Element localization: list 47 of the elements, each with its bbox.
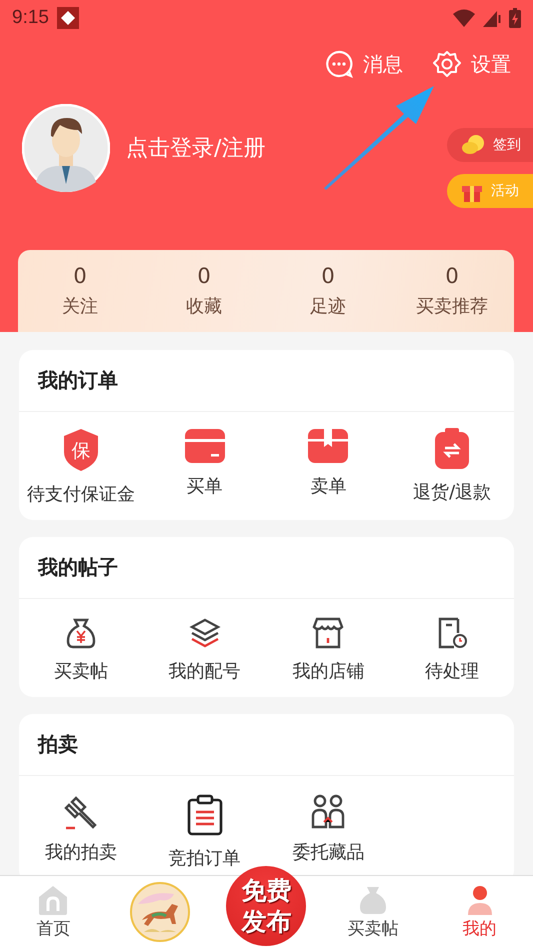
chat-icon (325, 50, 353, 78)
publish-button[interactable]: 免费发布 (226, 866, 306, 946)
clipboard-icon (434, 428, 470, 470)
stat-label[interactable]: 收藏 (186, 294, 222, 318)
menu-item[interactable]: 退货/退款 (390, 428, 514, 506)
layers-icon (188, 617, 221, 649)
avatar[interactable] (22, 104, 110, 192)
menu-item[interactable]: 卖单 (266, 428, 390, 506)
menu-item[interactable]: 买单 (142, 428, 266, 506)
stat-count: 0 (197, 264, 211, 288)
nav-tab[interactable]: 买卖帖 (320, 884, 426, 940)
check-in-button[interactable]: 签到 (447, 128, 533, 162)
section-title: 拍卖 (19, 714, 514, 776)
section-title: 我的订单 (19, 350, 514, 412)
people-icon (310, 794, 346, 830)
coins-icon (461, 135, 485, 155)
wifi-icon (453, 9, 475, 27)
status-time: 9:15 (12, 7, 49, 29)
box-icon (307, 428, 350, 464)
menu-item[interactable]: 我的拍卖 (19, 794, 143, 870)
shield-icon: 保 (62, 428, 100, 472)
notification-icon (56, 7, 79, 29)
stat-label[interactable]: 足迹 (310, 294, 346, 318)
signal-icon (483, 9, 501, 27)
money-bag-icon (358, 884, 388, 914)
shop-icon (312, 617, 344, 649)
stat-label[interactable]: 关注 (62, 294, 98, 318)
stat-count: 0 (321, 264, 335, 288)
stat-label[interactable]: 买卖推荐 (416, 294, 488, 318)
menu-item[interactable]: 我的店铺 (266, 617, 390, 683)
stat-count: 0 (73, 264, 87, 288)
gavel-icon (62, 794, 99, 830)
home-icon (37, 884, 70, 914)
menu-item[interactable]: 待处理 (390, 617, 514, 683)
nav-tab[interactable]: 我的 (426, 884, 533, 940)
clipboard-icon (186, 794, 223, 836)
document-clock-icon (436, 617, 468, 649)
settings-icon (433, 50, 461, 78)
menu-item[interactable]: 我的配号 (142, 617, 266, 683)
menu-item[interactable]: 保 待支付保证金 (19, 428, 143, 506)
nav-tab[interactable]: 首页 (0, 884, 107, 940)
card-icon (184, 428, 226, 464)
section-title: 我的帖子 (19, 537, 514, 599)
battery-icon (509, 8, 521, 28)
menu-item[interactable]: 买卖帖 (19, 617, 143, 683)
stat-count: 0 (445, 264, 459, 288)
money-bag-icon (64, 617, 97, 649)
